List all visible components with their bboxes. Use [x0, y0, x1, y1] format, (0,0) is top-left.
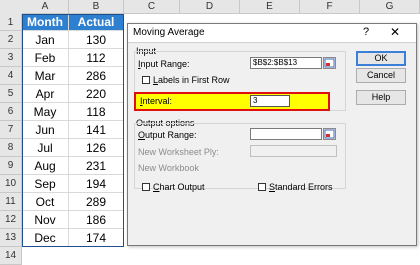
- moving-average-dialog: Moving Average ? ✕ Input Input Range: $B…: [127, 23, 417, 246]
- row-header-8[interactable]: 8: [0, 139, 22, 157]
- row-header-3[interactable]: 3: [0, 49, 22, 67]
- cancel-button[interactable]: Cancel: [356, 68, 406, 83]
- cell-month[interactable]: Mar: [22, 67, 69, 85]
- column-header-a[interactable]: A: [22, 0, 69, 14]
- cell-actual[interactable]: 141: [69, 121, 124, 139]
- column-header-e[interactable]: E: [240, 0, 300, 14]
- row-header-1[interactable]: 1: [0, 14, 22, 31]
- cell-month[interactable]: Sep: [22, 175, 69, 193]
- input-range-field[interactable]: $B$2:$B$13: [250, 57, 322, 69]
- chart-output-checkbox[interactable]: [142, 183, 150, 191]
- row-header-14[interactable]: 14: [0, 247, 22, 265]
- column-header-g[interactable]: G: [360, 0, 420, 14]
- column-header-d[interactable]: D: [180, 0, 240, 14]
- cell-month[interactable]: Dec: [22, 229, 69, 247]
- row-header-12[interactable]: 12: [0, 211, 22, 229]
- new-worksheet-ply-field: [250, 145, 337, 157]
- ok-button[interactable]: OK: [356, 51, 406, 66]
- cell-month[interactable]: Aug: [22, 157, 69, 175]
- cell-actual[interactable]: 289: [69, 193, 124, 211]
- cell-actual[interactable]: 118: [69, 103, 124, 121]
- cell-a1-month-header[interactable]: Month: [22, 14, 69, 31]
- cell-month[interactable]: Jul: [22, 139, 69, 157]
- cell-actual[interactable]: 126: [69, 139, 124, 157]
- cell-b1-actual-header[interactable]: Actual: [69, 14, 124, 31]
- cell-month[interactable]: Jan: [22, 31, 69, 49]
- cell-actual[interactable]: 174: [69, 229, 124, 247]
- cell-actual[interactable]: 231: [69, 157, 124, 175]
- standard-errors-checkbox[interactable]: [258, 183, 266, 191]
- row-header-11[interactable]: 11: [0, 193, 22, 211]
- new-workbook-label: New Workbook: [138, 163, 199, 173]
- cell-actual[interactable]: 194: [69, 175, 124, 193]
- output-range-field[interactable]: [250, 128, 322, 140]
- row-header-10[interactable]: 10: [0, 175, 22, 193]
- output-range-label: Output Range:: [138, 130, 197, 140]
- row-header-5[interactable]: 5: [0, 85, 22, 103]
- interval-label: Interval:: [140, 96, 173, 106]
- close-icon[interactable]: ✕: [390, 25, 400, 39]
- row-header-2[interactable]: 2: [0, 31, 22, 49]
- row-header-4[interactable]: 4: [0, 67, 22, 85]
- new-worksheet-ply-label: New Worksheet Ply:: [138, 147, 219, 157]
- cell-month[interactable]: Apr: [22, 85, 69, 103]
- interval-field[interactable]: 3: [250, 95, 290, 107]
- cell-actual[interactable]: 286: [69, 67, 124, 85]
- row-header-13[interactable]: 13: [0, 229, 22, 247]
- help-question-icon[interactable]: ?: [363, 26, 369, 38]
- dialog-title-bar[interactable]: Moving Average ? ✕: [128, 24, 416, 43]
- row-header-7[interactable]: 7: [0, 121, 22, 139]
- column-header-c[interactable]: C: [124, 0, 180, 14]
- help-button[interactable]: Help: [356, 90, 406, 105]
- cell-month[interactable]: Jun: [22, 121, 69, 139]
- chart-output-label: Chart Output: [153, 182, 205, 192]
- cell-actual[interactable]: 220: [69, 85, 124, 103]
- select-all-corner[interactable]: [0, 0, 23, 15]
- cell-actual[interactable]: 186: [69, 211, 124, 229]
- cell-month[interactable]: Oct: [22, 193, 69, 211]
- input-range-label: Input Range:: [138, 59, 190, 69]
- row-header-9[interactable]: 9: [0, 157, 22, 175]
- row-header-6[interactable]: 6: [0, 103, 22, 121]
- cell-month[interactable]: May: [22, 103, 69, 121]
- labels-first-row-label: Labels in First Row: [153, 75, 230, 85]
- output-range-select-icon[interactable]: [323, 128, 336, 140]
- range-select-icon[interactable]: [323, 57, 336, 69]
- column-header-f[interactable]: F: [300, 0, 360, 14]
- cell-month[interactable]: Feb: [22, 49, 69, 67]
- dialog-title: Moving Average: [133, 27, 205, 38]
- labels-first-row-checkbox[interactable]: [142, 76, 150, 84]
- standard-errors-label: Standard Errors: [269, 182, 333, 192]
- column-header-b[interactable]: B: [69, 0, 124, 14]
- cell-month[interactable]: Nov: [22, 211, 69, 229]
- cell-actual[interactable]: 112: [69, 49, 124, 67]
- cell-actual[interactable]: 130: [69, 31, 124, 49]
